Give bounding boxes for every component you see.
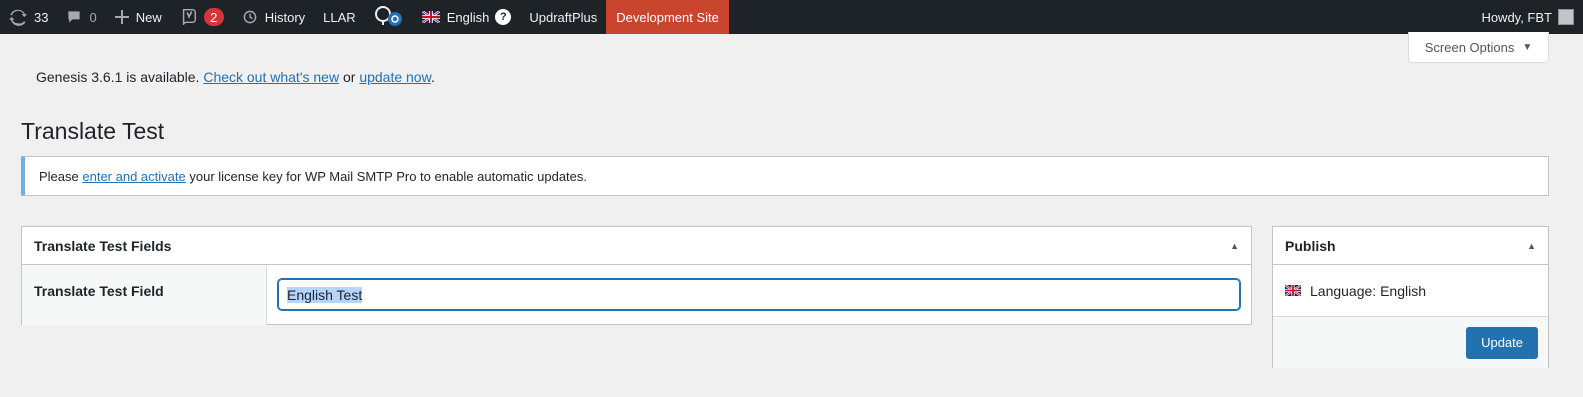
avatar: [1558, 9, 1574, 25]
support-headset-icon: [374, 5, 404, 30]
support-menu[interactable]: [365, 0, 413, 34]
uk-flag-icon: [421, 11, 440, 23]
collapse-arrow-icon[interactable]: ▲: [1230, 241, 1239, 251]
updraftplus-menu[interactable]: UpdraftPlus: [520, 0, 606, 34]
plus-icon: [114, 10, 129, 24]
translate-test-field-input[interactable]: English Test: [278, 279, 1240, 310]
whats-new-link[interactable]: Check out what's new: [203, 69, 339, 85]
publish-box: Publish ▲ Language: English Update: [1272, 226, 1549, 368]
collapse-arrow-icon[interactable]: ▲: [1527, 241, 1536, 251]
screen-options-label: Screen Options: [1424, 39, 1515, 55]
screen-options-button[interactable]: Screen Options ▼: [1408, 32, 1549, 63]
llar-menu[interactable]: LLAR: [314, 0, 365, 34]
llar-label: LLAR: [323, 9, 356, 25]
comment-icon: [66, 9, 82, 25]
fields-box-header[interactable]: Translate Test Fields ▲: [22, 227, 1251, 265]
new-label: New: [135, 9, 162, 25]
update-notice-text: Genesis 3.6.1 is available.: [36, 69, 200, 85]
history-icon: [242, 9, 258, 25]
updates-menu[interactable]: 33: [0, 0, 57, 34]
update-now-link[interactable]: update now: [359, 69, 431, 85]
refresh-icon: [9, 8, 27, 26]
development-site-badge[interactable]: Development Site: [606, 0, 729, 34]
yoast-icon: [180, 7, 198, 28]
comments-count: 0: [89, 9, 97, 25]
caret-down-icon: ▼: [1522, 41, 1533, 53]
updates-count: 33: [34, 9, 49, 25]
enter-activate-link[interactable]: enter and activate: [82, 169, 185, 184]
history-menu[interactable]: History: [233, 0, 314, 34]
license-notice-text-after: your license key for WP Mail SMTP Pro to…: [189, 168, 588, 184]
yoast-menu[interactable]: 2: [171, 0, 233, 34]
yoast-notification-badge: 2: [203, 8, 224, 26]
field-label: Translate Test Field: [22, 265, 267, 325]
license-notice-text: Please: [39, 168, 79, 184]
uk-flag-icon: [1285, 285, 1301, 296]
publish-language-label: Language: English: [1310, 282, 1426, 299]
license-notice: Please enter and activate your license k…: [21, 156, 1549, 196]
language-switcher[interactable]: English ?: [413, 0, 521, 34]
new-content-menu[interactable]: New: [106, 0, 171, 34]
update-notice-or: or: [342, 69, 356, 85]
field-value: English Test: [287, 286, 363, 303]
update-button[interactable]: Update: [1466, 326, 1538, 359]
update-notice-period: .: [430, 69, 435, 85]
updraftplus-label: UpdraftPlus: [529, 9, 598, 25]
publish-language-row: Language: English: [1273, 265, 1548, 317]
account-menu[interactable]: Howdy, FBT: [1472, 0, 1583, 34]
publish-box-header[interactable]: Publish ▲: [1273, 227, 1548, 265]
help-icon[interactable]: ?: [495, 9, 512, 25]
publish-title: Publish: [1285, 237, 1336, 254]
history-label: History: [264, 9, 306, 25]
genesis-update-notice: Genesis 3.6.1 is available. Check out wh…: [36, 69, 435, 85]
language-label: English: [446, 9, 490, 25]
page-title: Translate Test: [21, 118, 165, 144]
admin-bar: 33 0 New 2 History LLAR English ? Updraf…: [0, 0, 1583, 34]
howdy-label: Howdy, FBT: [1481, 9, 1552, 25]
translate-test-fields-box: Translate Test Fields ▲ Translate Test F…: [21, 226, 1252, 325]
fields-box-title: Translate Test Fields: [34, 237, 172, 254]
field-row: Translate Test Field English Test: [22, 265, 1251, 325]
comments-menu[interactable]: 0: [57, 0, 105, 34]
publish-actions: Update: [1273, 317, 1548, 368]
devsite-label: Development Site: [616, 9, 719, 25]
